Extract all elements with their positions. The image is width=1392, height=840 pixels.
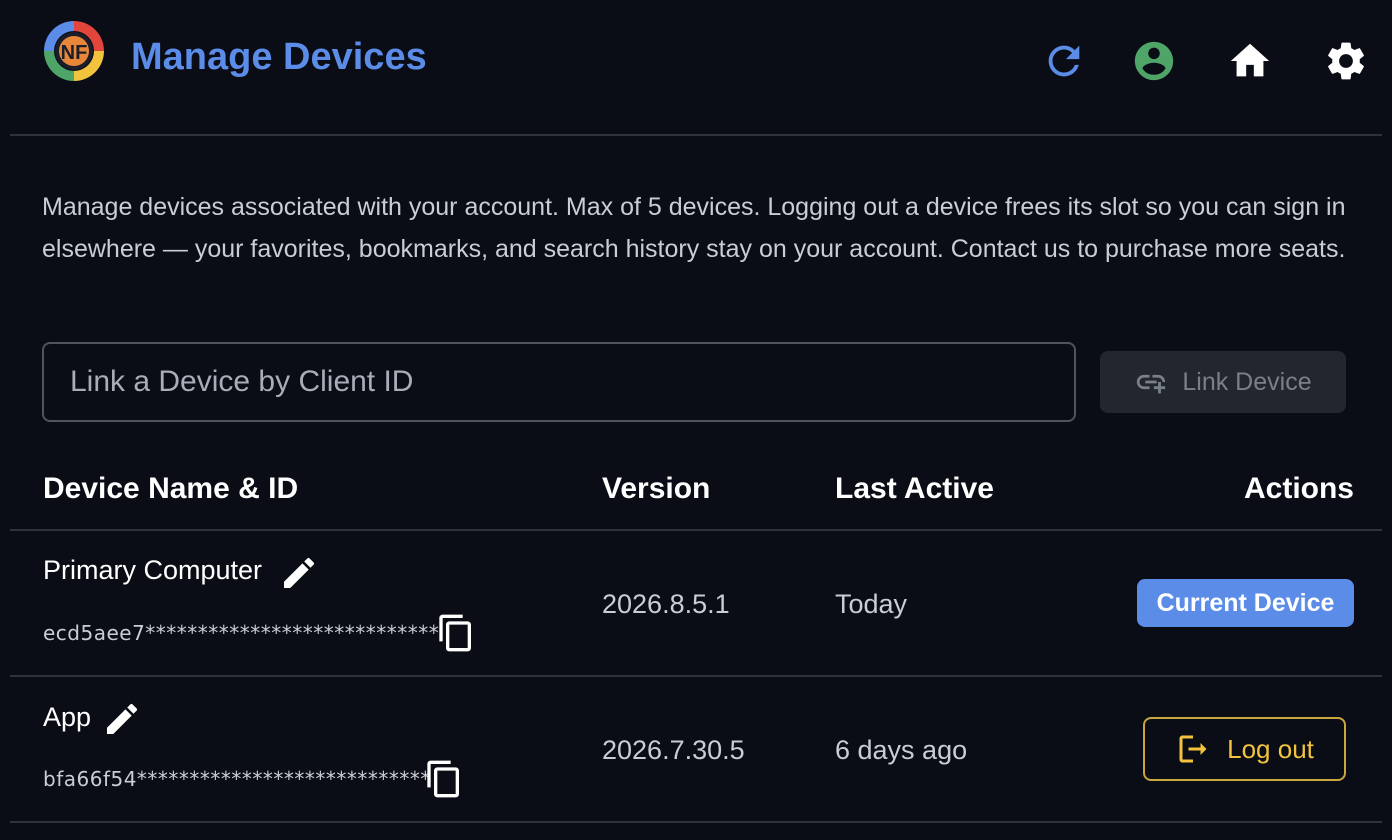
- edit-pencil-icon[interactable]: [102, 699, 142, 739]
- column-header-device-name: Device Name & ID: [43, 472, 299, 505]
- logo-text: NF: [61, 42, 88, 64]
- device-id: ecd5aee7****************************: [43, 621, 440, 645]
- column-header-actions: Actions: [1243, 472, 1354, 505]
- logout-icon: [1175, 731, 1211, 767]
- client-id-input[interactable]: [42, 342, 1076, 422]
- column-header-version: Version: [602, 472, 711, 505]
- link-add-icon: [1134, 365, 1168, 399]
- copy-icon[interactable]: [436, 613, 476, 653]
- refresh-icon[interactable]: [1041, 38, 1087, 84]
- gear-icon[interactable]: [1323, 38, 1369, 84]
- device-last-active: Today: [835, 589, 908, 619]
- page-title: Manage Devices: [131, 36, 427, 78]
- copy-icon[interactable]: [424, 759, 464, 799]
- manage-devices-page: NF Manage Devices Manage devices associa…: [0, 0, 1392, 840]
- device-id: bfa66f54****************************: [43, 767, 431, 791]
- header: NF Manage Devices: [10, 0, 1382, 136]
- edit-pencil-icon[interactable]: [279, 553, 319, 593]
- row-divider: [10, 675, 1382, 677]
- device-last-active: 6 days ago: [835, 735, 968, 765]
- home-icon[interactable]: [1227, 38, 1273, 84]
- column-header-last-active: Last Active: [835, 472, 994, 505]
- link-device-label: Link Device: [1182, 367, 1312, 396]
- log-out-button[interactable]: Log out: [1143, 717, 1346, 781]
- device-name: Primary Computer: [43, 555, 263, 585]
- app-logo: NF: [42, 19, 106, 83]
- device-version: 2026.7.30.5: [602, 735, 745, 765]
- header-divider: [10, 529, 1382, 531]
- link-device-button[interactable]: Link Device: [1100, 351, 1346, 413]
- log-out-label: Log out: [1227, 733, 1314, 764]
- current-device-badge: Current Device: [1137, 579, 1354, 627]
- account-circle-icon[interactable]: [1131, 38, 1177, 84]
- row-divider: [10, 821, 1382, 823]
- device-name: App: [43, 702, 92, 732]
- device-version: 2026.8.5.1: [602, 589, 730, 619]
- description-text: Manage devices associated with your acco…: [42, 193, 1346, 263]
